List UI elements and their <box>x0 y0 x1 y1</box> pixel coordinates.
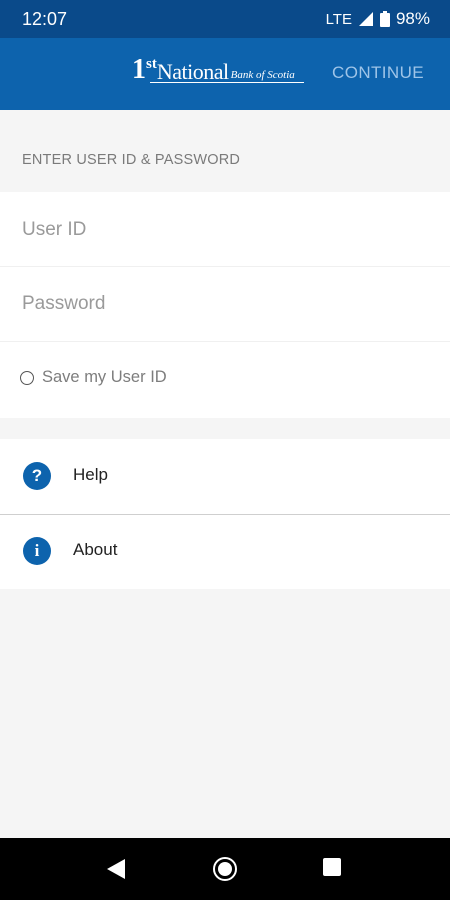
logo-wordmark: National <box>156 59 229 84</box>
help-icon: ? <box>23 462 51 490</box>
battery-icon <box>379 11 390 27</box>
logo-superscript: st <box>146 56 157 72</box>
login-section-title: ENTER USER ID & PASSWORD <box>22 152 241 168</box>
status-indicators: LTE 98% <box>326 9 430 29</box>
status-bar: 12:07 LTE 98% <box>0 0 450 38</box>
status-time: 12:07 <box>22 9 68 29</box>
logo-subtitle: Bank of Scotia <box>230 69 295 81</box>
logo-underline <box>150 82 304 83</box>
home-icon[interactable] <box>213 857 237 881</box>
bank-logo: 1 st National Bank of Scotia <box>132 54 304 85</box>
network-type: LTE <box>325 10 352 28</box>
recents-icon[interactable] <box>323 858 341 876</box>
save-userid-label: Save my User ID <box>42 368 167 386</box>
menu-item-about[interactable]: i About <box>0 515 450 589</box>
menu-item-label: Help <box>73 465 108 484</box>
battery-percent: 98% <box>395 9 430 28</box>
divider <box>0 341 450 342</box>
continue-button[interactable]: CONTINUE <box>332 63 424 83</box>
login-form: Save my User ID <box>0 192 450 418</box>
signal-icon <box>358 12 373 26</box>
password-field[interactable] <box>22 279 422 329</box>
save-userid-option[interactable]: Save my User ID <box>20 368 167 387</box>
menu-list: ? Help i About <box>0 439 450 589</box>
menu-item-label: About <box>73 540 118 559</box>
back-icon[interactable] <box>105 858 127 880</box>
system-nav-bar <box>0 838 450 900</box>
logo-numeral: 1 <box>132 54 146 85</box>
info-icon: i <box>23 537 51 565</box>
divider <box>0 266 450 267</box>
menu-item-help[interactable]: ? Help <box>0 439 450 513</box>
save-userid-radio[interactable] <box>20 370 34 385</box>
userid-field[interactable] <box>22 205 422 255</box>
